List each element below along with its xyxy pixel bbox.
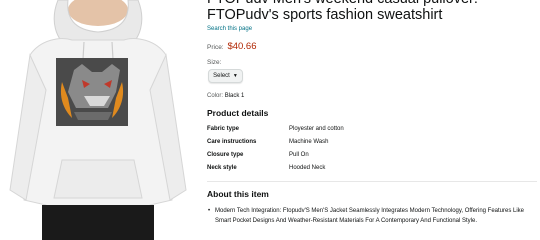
price-label: Price: bbox=[207, 44, 224, 51]
spec-key: Neck style bbox=[207, 165, 237, 171]
size-select-dropdown[interactable]: Select ▼ bbox=[208, 69, 243, 83]
spec-key: Closure type bbox=[207, 152, 244, 158]
section-divider bbox=[207, 181, 537, 182]
size-label: Size: bbox=[207, 59, 222, 66]
about-bullet-text: Modern Tech Integration: Ftopudv'S Men'S… bbox=[215, 208, 525, 224]
color-label: Color: bbox=[207, 93, 224, 99]
price-row: Price: $40.66 bbox=[207, 41, 257, 52]
product-details-heading: Product details bbox=[207, 108, 269, 118]
product-image[interactable] bbox=[0, 0, 195, 240]
product-title: FTOPudv Men's weekend casual pullover: F… bbox=[207, 0, 478, 23]
color-value: Black 1 bbox=[224, 93, 245, 99]
bullet-dot-icon: • bbox=[208, 208, 211, 214]
about-this-item-heading: About this item bbox=[207, 189, 269, 199]
search-this-page-link[interactable]: Search this page bbox=[207, 26, 252, 32]
spec-value: Machine Wash bbox=[289, 139, 329, 145]
about-bullet: • Modern Tech Integration: Ftopudv'S Men… bbox=[208, 207, 530, 226]
color-row: Color: Black 1 bbox=[207, 93, 244, 99]
spec-value: Ployester and cotton bbox=[289, 126, 344, 132]
spec-value: Hooded Neck bbox=[289, 165, 326, 171]
price-value: $40.66 bbox=[227, 41, 257, 52]
chevron-down-icon: ▼ bbox=[232, 73, 238, 79]
spec-value: Pull On bbox=[289, 152, 309, 158]
hoodie-illustration bbox=[9, 0, 187, 240]
spec-key: Fabric type bbox=[207, 126, 240, 132]
spec-key: Care instructions bbox=[207, 139, 257, 145]
size-select-label: Select bbox=[213, 73, 230, 79]
